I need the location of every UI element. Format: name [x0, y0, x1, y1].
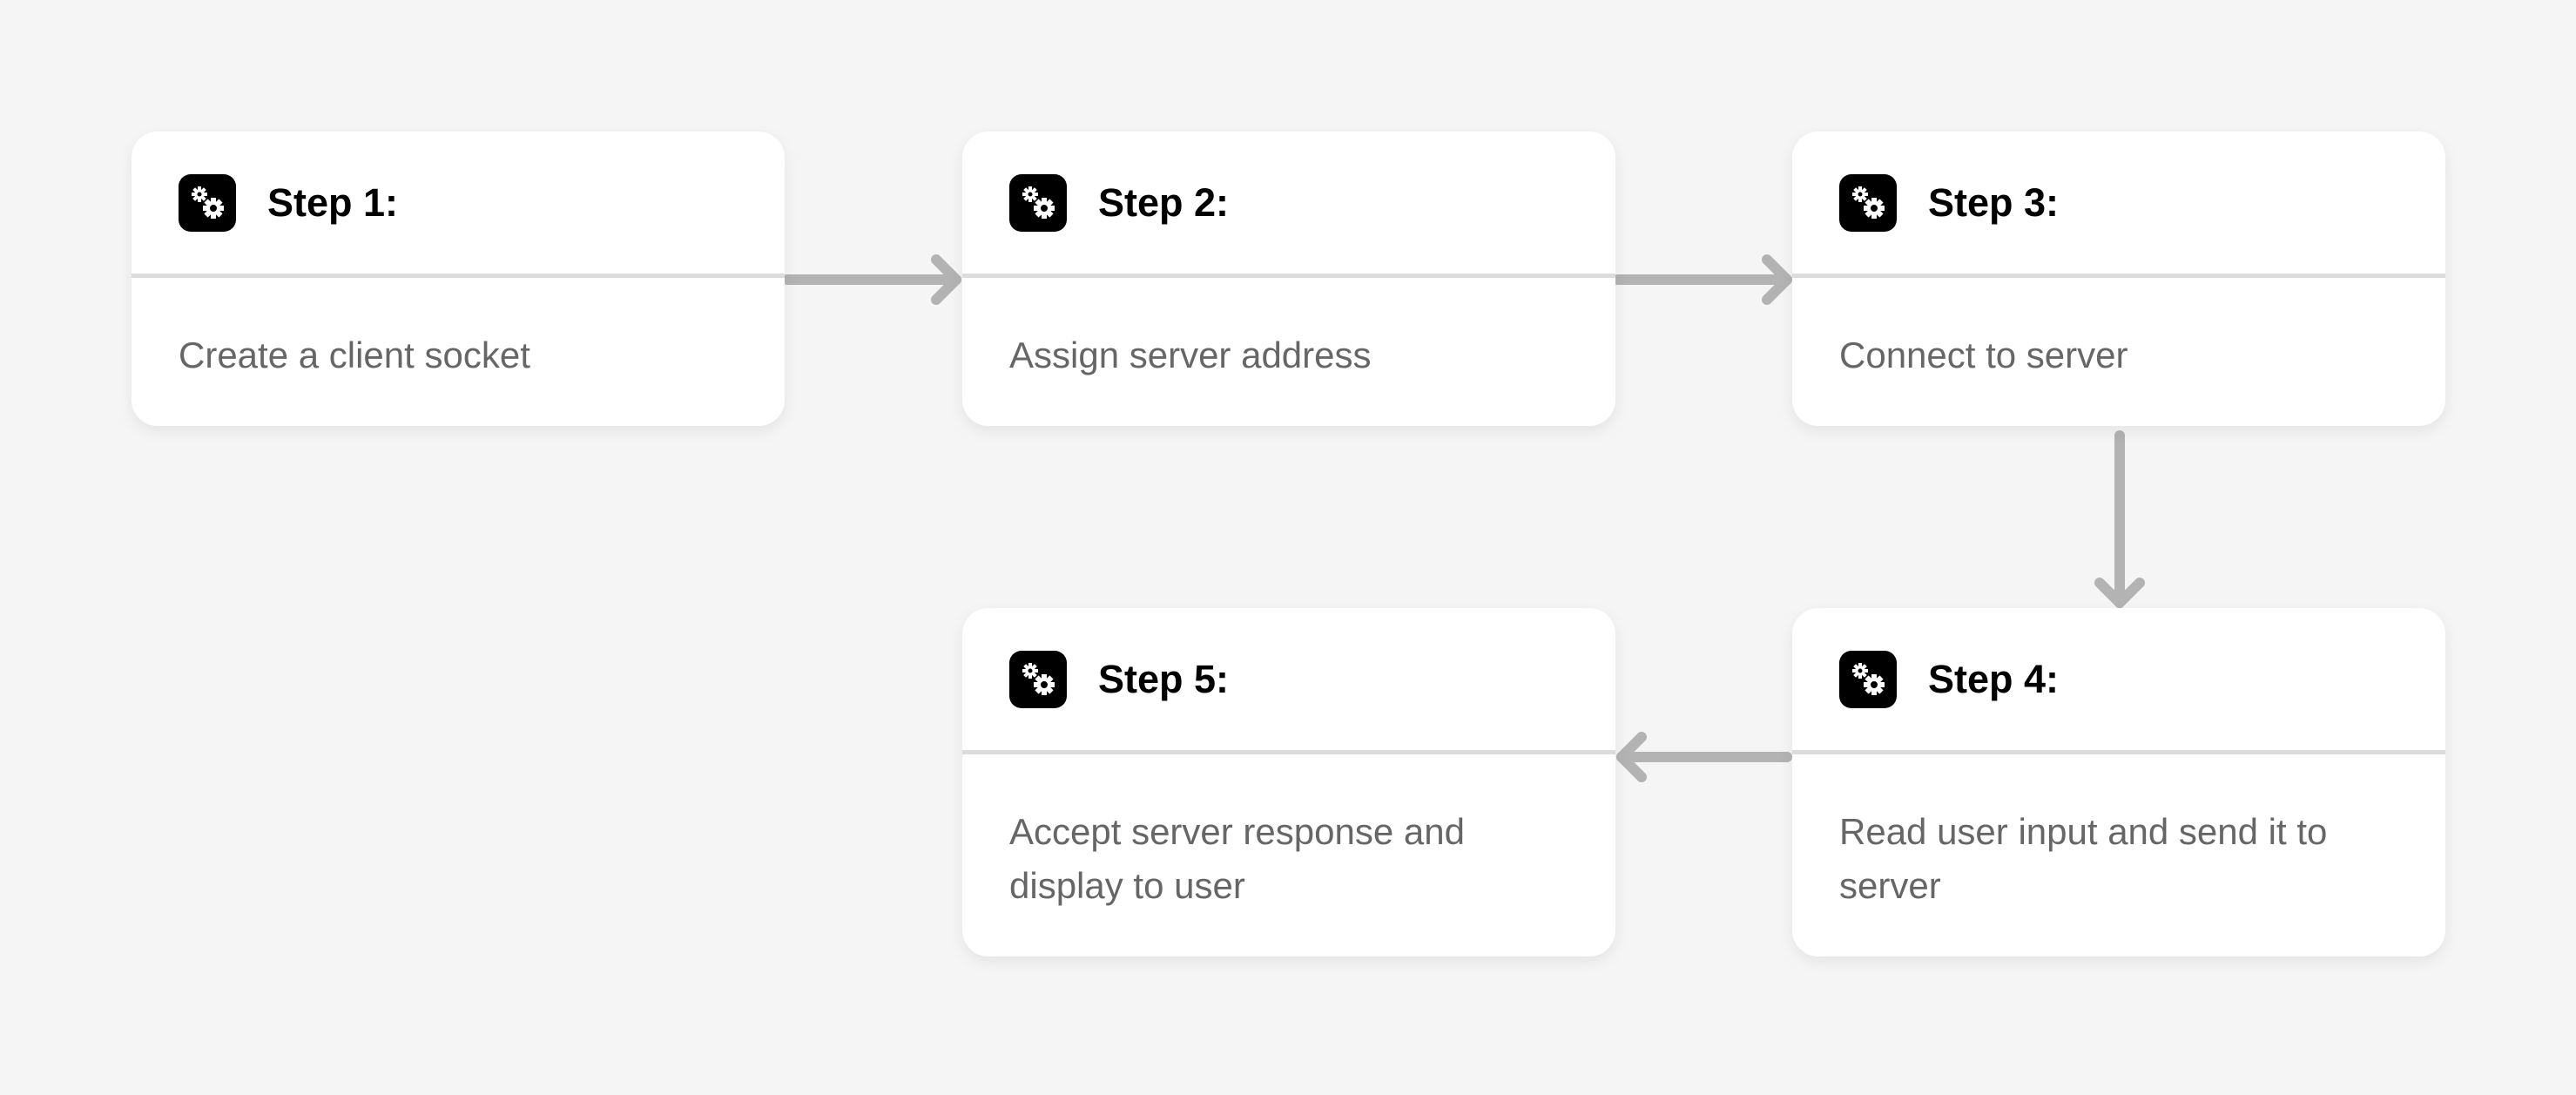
step-description: Read user input and send it to server: [1839, 811, 2328, 906]
gears-icon: [1852, 662, 1885, 695]
gears-icon: [179, 173, 236, 232]
gears-icon: [192, 186, 224, 219]
step-card-2: Step 2: Assign server address: [962, 132, 1615, 426]
gears-icon: [1022, 186, 1055, 219]
step-description: Connect to server: [1839, 335, 2128, 375]
step-title: Step 2:: [1098, 179, 1230, 225]
gears-icon: [1009, 173, 1067, 232]
gears-icon: [1852, 186, 1885, 219]
step-title: Step 3:: [1928, 179, 2060, 225]
step-card-3: Step 3: Connect to server: [1792, 132, 2445, 426]
gears-icon: [1839, 650, 1897, 708]
step-description: Assign server address: [1009, 335, 1372, 375]
gears-icon: [1022, 662, 1055, 695]
gears-icon: [1839, 173, 1897, 232]
gears-icon: [1009, 650, 1067, 708]
step-title: Step 5:: [1098, 656, 1230, 701]
step-card-4: Step 4: Read user input and send it to se…: [1792, 608, 2445, 956]
step-card-header: Step 5:: [962, 608, 1615, 754]
step-title: Step 4:: [1928, 656, 2060, 701]
step-card-header: Step 2:: [962, 132, 1615, 278]
arrow-step2-to-step3: [1613, 254, 1792, 305]
arrow-step1-to-step2: [782, 254, 961, 305]
arrow-step3-to-step4: [2094, 430, 2145, 608]
step-card-1: Step 1: Create a client socket: [131, 132, 785, 426]
step-card-header: Step 1:: [131, 132, 785, 278]
step-description: Create a client socket: [179, 335, 530, 375]
step-description: Accept server response and display to us…: [1009, 811, 1465, 906]
step-card-header: Step 4:: [1792, 608, 2445, 754]
arrow-step4-to-step5: [1616, 732, 1792, 782]
step-title: Step 1:: [267, 179, 399, 225]
step-card-header: Step 3:: [1792, 132, 2445, 278]
step-card-5: Step 5: Accept server response and displa…: [962, 608, 1615, 956]
